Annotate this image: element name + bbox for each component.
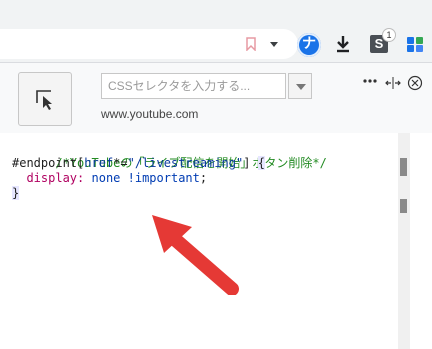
more-icon[interactable] [363, 78, 377, 84]
css-attr-name: href [84, 156, 114, 170]
css-attr-operator: *= [113, 156, 128, 170]
extension-avatar-letter: ナ [302, 36, 316, 52]
css-selector-id: #endpoint [12, 156, 78, 170]
chevron-down-icon [296, 84, 306, 90]
selector-dropdown-button[interactable] [288, 73, 312, 99]
code-line-declaration: display: none !important; [12, 171, 207, 186]
extensions-puzzle-icon[interactable] [405, 34, 425, 54]
code-scrollbar[interactable] [398, 133, 410, 349]
stylus-badge: 1 [382, 28, 396, 42]
current-domain: www.youtube.com [101, 107, 199, 121]
css-brace-close: } [12, 186, 20, 200]
css-brace-open: { [257, 156, 265, 170]
css-attr-value: "/livestreaming" [127, 156, 244, 170]
chevron-down-icon[interactable] [268, 38, 280, 50]
browser-toolbar: ナ S 1 [0, 0, 432, 62]
download-icon[interactable] [335, 35, 351, 53]
stylus-badge-count: 1 [386, 30, 392, 40]
css-semicolon: ; [199, 171, 208, 185]
code-line-close: } [12, 186, 20, 201]
element-picker-button[interactable] [18, 72, 72, 126]
scrollbar-thumb-secondary[interactable] [400, 199, 407, 213]
annotation-arrow [152, 215, 239, 295]
bookmark-icon[interactable] [246, 37, 256, 51]
popup-header: www.youtube.com [0, 63, 432, 133]
popup-right-edge [410, 133, 432, 349]
code-line-selector: #endpoint[href*="/livestreaming"] { [12, 156, 265, 171]
resize-icon[interactable] [385, 77, 401, 89]
extension-avatar-icon[interactable]: ナ [297, 33, 321, 57]
scrollbar-thumb[interactable] [400, 158, 407, 176]
cursor-select-icon [36, 90, 52, 110]
css-selector-input[interactable] [101, 73, 286, 99]
css-property: display [26, 171, 78, 185]
css-value: none !important [91, 171, 200, 185]
close-icon[interactable] [407, 75, 423, 91]
